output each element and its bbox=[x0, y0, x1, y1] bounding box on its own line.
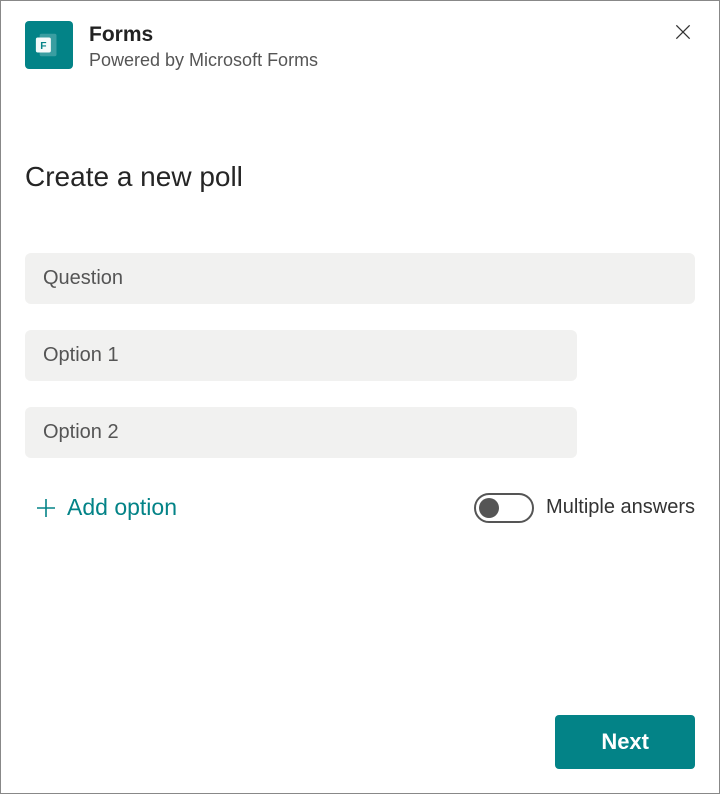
page-title: Create a new poll bbox=[25, 161, 695, 193]
forms-poll-dialog: F Forms Powered by Microsoft Forms Creat… bbox=[0, 0, 720, 794]
next-button[interactable]: Next bbox=[555, 715, 695, 769]
close-button[interactable] bbox=[667, 17, 699, 49]
dialog-header: F Forms Powered by Microsoft Forms bbox=[1, 1, 719, 71]
plus-icon bbox=[25, 496, 67, 520]
multiple-answers-toggle[interactable] bbox=[474, 493, 534, 523]
controls-row: Add option Multiple answers bbox=[25, 490, 695, 525]
option-input-2[interactable] bbox=[25, 407, 577, 458]
dialog-footer: Next bbox=[555, 715, 695, 769]
header-text: Forms Powered by Microsoft Forms bbox=[89, 21, 695, 71]
question-input[interactable] bbox=[25, 253, 695, 304]
add-option-button[interactable]: Add option bbox=[25, 490, 177, 525]
app-subtitle: Powered by Microsoft Forms bbox=[89, 50, 695, 71]
svg-text:F: F bbox=[40, 41, 46, 52]
forms-icon: F bbox=[25, 21, 73, 69]
multiple-answers-group: Multiple answers bbox=[474, 493, 695, 523]
multiple-answers-label: Multiple answers bbox=[546, 496, 695, 519]
add-option-label: Add option bbox=[67, 494, 177, 521]
close-icon bbox=[673, 22, 693, 45]
app-title: Forms bbox=[89, 21, 695, 48]
toggle-knob bbox=[479, 498, 499, 518]
option-input-1[interactable] bbox=[25, 330, 577, 381]
dialog-content: Create a new poll Add option Multiple an… bbox=[1, 161, 719, 525]
